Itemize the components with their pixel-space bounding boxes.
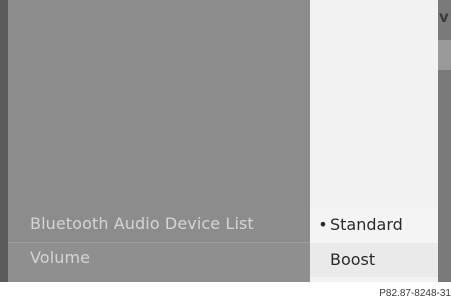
main-menu-panel [8, 0, 310, 282]
right-edge-bar [438, 40, 451, 70]
submenu-option-label: Boost [330, 250, 376, 269]
submenu-option-boost[interactable]: Boost [310, 243, 438, 277]
menu-item-bluetooth-audio-device-list[interactable]: Bluetooth Audio Device List [30, 214, 254, 233]
submenu-option-label: Standard [330, 215, 403, 234]
image-reference-code: P82.87-8248-31 [379, 288, 451, 299]
main-menu-divider [8, 242, 310, 243]
submenu-option-standard[interactable]: • Standard [310, 208, 438, 242]
menu-item-volume[interactable]: Volume [30, 248, 90, 267]
left-bezel [0, 0, 8, 282]
selected-bullet-icon: • [318, 215, 328, 234]
edge-glyph: v [439, 8, 449, 26]
